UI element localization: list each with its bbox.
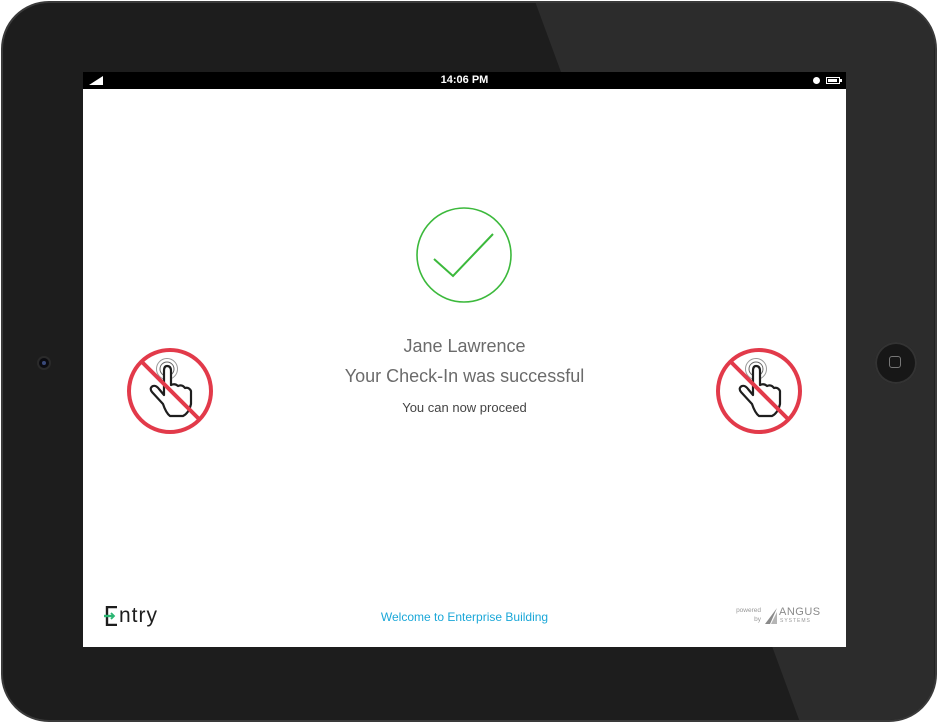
clock-icon	[813, 77, 820, 84]
vendor-name: ANGUS	[779, 606, 821, 618]
battery-icon	[826, 77, 842, 84]
checkmark-circle-icon	[416, 207, 512, 303]
home-button[interactable]	[875, 342, 917, 384]
angus-logo-icon	[765, 608, 777, 624]
vendor-sub: SYSTEMS	[780, 618, 811, 624]
status-time: 14:06 PM	[440, 74, 489, 86]
no-touch-icon	[127, 348, 213, 434]
front-camera	[39, 358, 49, 368]
screen: 14:06 PM Jane Lawrence Your Check-In was…	[83, 72, 846, 647]
no-touch-icon	[716, 348, 802, 434]
status-bar: 14:06 PM	[83, 72, 846, 89]
powered-by-angus: powered by ANGUS SYSTEMS	[731, 604, 823, 628]
powered-by-label: powered by	[736, 607, 761, 623]
